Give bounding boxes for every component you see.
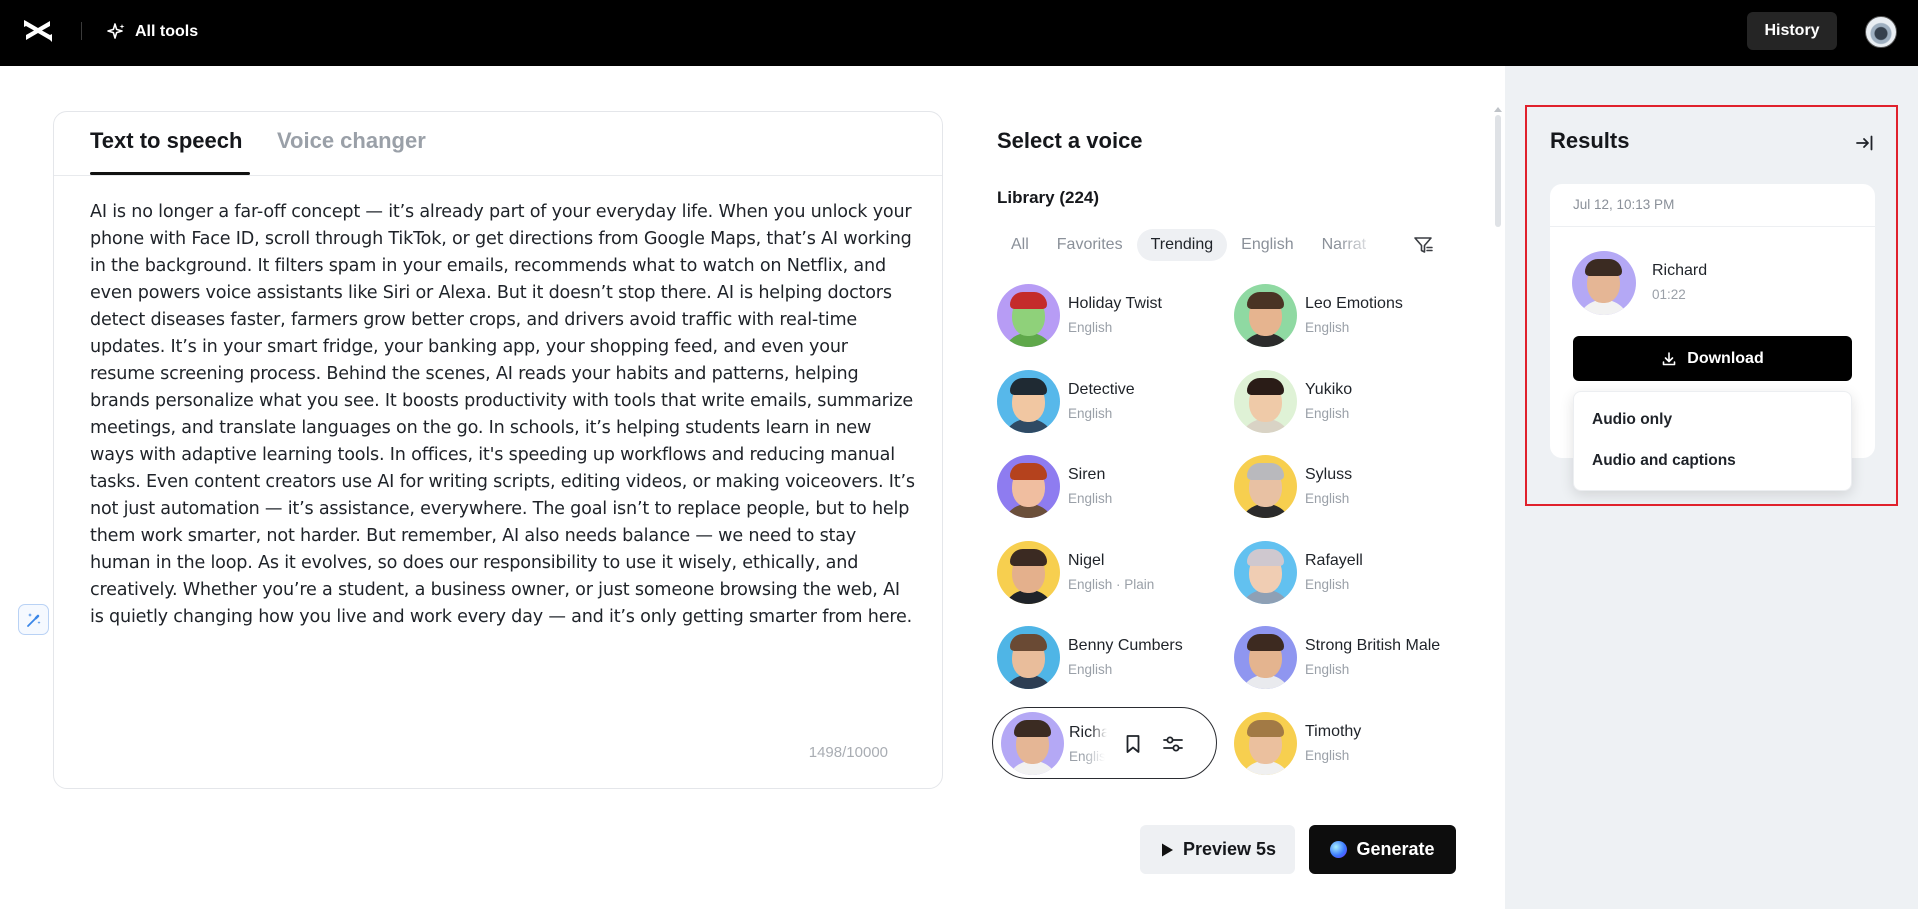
voice-item[interactable]: Yukiko English <box>1234 368 1464 438</box>
editor-card: Text to speech Voice changer AI is no lo… <box>53 111 943 789</box>
voice-item[interactable]: Benny Cumbers English <box>997 624 1227 694</box>
voice-avatar <box>997 370 1060 433</box>
voice-name: Nigel <box>1068 552 1105 569</box>
scroll-up-arrow[interactable] <box>1494 107 1502 112</box>
tab-text-to-speech[interactable]: Text to speech <box>90 128 242 154</box>
voice-name: Timothy <box>1305 723 1362 740</box>
sliders-icon[interactable] <box>1161 732 1185 756</box>
voice-language: English <box>1305 577 1350 592</box>
voice-name: Siren <box>1068 466 1106 483</box>
voice-avatar <box>1234 284 1297 347</box>
all-tools-button[interactable]: All tools <box>106 19 198 45</box>
selected-voice-card[interactable]: Richard English <box>992 707 1217 779</box>
voice-language: English <box>1068 662 1113 677</box>
voice-avatar <box>1234 541 1297 604</box>
chip-english[interactable]: English <box>1227 229 1307 261</box>
character-count: 1498/10000 <box>808 744 888 761</box>
voice-language: English <box>1305 748 1350 763</box>
generate-button[interactable]: Generate <box>1309 825 1456 874</box>
voice-name: Yukiko <box>1305 381 1353 398</box>
bookmark-icon[interactable] <box>1121 732 1145 756</box>
voice-name: Benny Cumbers <box>1068 637 1183 654</box>
chip-all[interactable]: All <box>997 229 1043 261</box>
voice-name: Detective <box>1068 381 1135 398</box>
voice-item[interactable]: Leo Emotions English <box>1234 282 1464 352</box>
divider <box>81 22 82 40</box>
voice-language: English <box>1305 662 1350 677</box>
selected-voice-name: Richard <box>1069 724 1107 741</box>
voice-name: Leo Emotions <box>1305 295 1403 312</box>
voice-language: English <box>1305 491 1350 506</box>
tab-voice-changer[interactable]: Voice changer <box>277 128 426 154</box>
script-text-area[interactable]: AI is no longer a far-off concept — it’s… <box>90 199 916 631</box>
top-bar: All tools History <box>0 0 1918 66</box>
history-button[interactable]: History <box>1747 12 1837 50</box>
user-avatar-icon[interactable] <box>1865 16 1897 48</box>
generate-orb-icon <box>1330 841 1348 858</box>
voice-avatar <box>997 455 1060 518</box>
selected-voice-language: English <box>1069 749 1105 764</box>
voice-language: English · Plain <box>1068 577 1155 592</box>
voice-avatar <box>1234 455 1297 518</box>
voice-item[interactable]: Syluss English <box>1234 453 1464 523</box>
voice-item[interactable]: Holiday Twist English <box>997 282 1227 352</box>
play-icon <box>1161 843 1173 856</box>
voice-item[interactable]: Timothy English <box>1234 710 1464 780</box>
preview-label: Preview 5s <box>1182 839 1277 859</box>
selected-voice-avatar <box>1001 712 1064 775</box>
voice-avatar <box>997 541 1060 604</box>
voice-avatar <box>1234 370 1297 433</box>
voice-language: English <box>1068 491 1113 506</box>
voice-avatar <box>997 284 1060 347</box>
preview-button[interactable]: Preview 5s <box>1140 825 1295 874</box>
voice-item[interactable]: Detective English <box>997 368 1227 438</box>
voice-language: English <box>1068 320 1113 335</box>
voice-item[interactable]: Strong British Male English <box>1234 624 1464 694</box>
voice-item[interactable]: Siren English <box>997 453 1227 523</box>
voice-list-scrollbar[interactable] <box>1495 115 1501 227</box>
voice-filter-chips: All Favorites Trending English Narrat <box>997 228 1425 262</box>
voice-name: Holiday Twist <box>1068 295 1162 312</box>
select-voice-title: Select a voice <box>997 128 1143 153</box>
results-highlight-box <box>1525 105 1898 506</box>
chip-narration[interactable]: Narrat <box>1308 229 1380 261</box>
voice-item[interactable]: Nigel English · Plain <box>997 539 1227 609</box>
magic-wand-button[interactable] <box>18 604 49 635</box>
library-label: Library (224) <box>997 188 1100 207</box>
voice-avatar <box>1234 626 1297 689</box>
filter-icon[interactable] <box>1412 234 1434 256</box>
voice-avatar <box>1234 712 1297 775</box>
voice-item[interactable]: Rafayell English <box>1234 539 1464 609</box>
divider <box>54 175 942 176</box>
sparkle-icon <box>107 23 125 39</box>
voice-avatar <box>997 626 1060 689</box>
capcut-logo-icon[interactable] <box>22 18 54 44</box>
chip-trending[interactable]: Trending <box>1136 229 1228 261</box>
generate-label: Generate <box>1356 839 1435 859</box>
voice-language: English <box>1305 406 1350 421</box>
voice-language: English <box>1305 320 1350 335</box>
voice-language: English <box>1068 406 1113 421</box>
voice-name: Syluss <box>1305 466 1353 483</box>
voice-name: Strong British Male <box>1305 637 1441 654</box>
magic-wand-icon <box>26 612 41 627</box>
voice-name: Rafayell <box>1305 552 1363 569</box>
chip-favorites[interactable]: Favorites <box>1043 229 1137 261</box>
all-tools-label: All tools <box>135 23 199 40</box>
